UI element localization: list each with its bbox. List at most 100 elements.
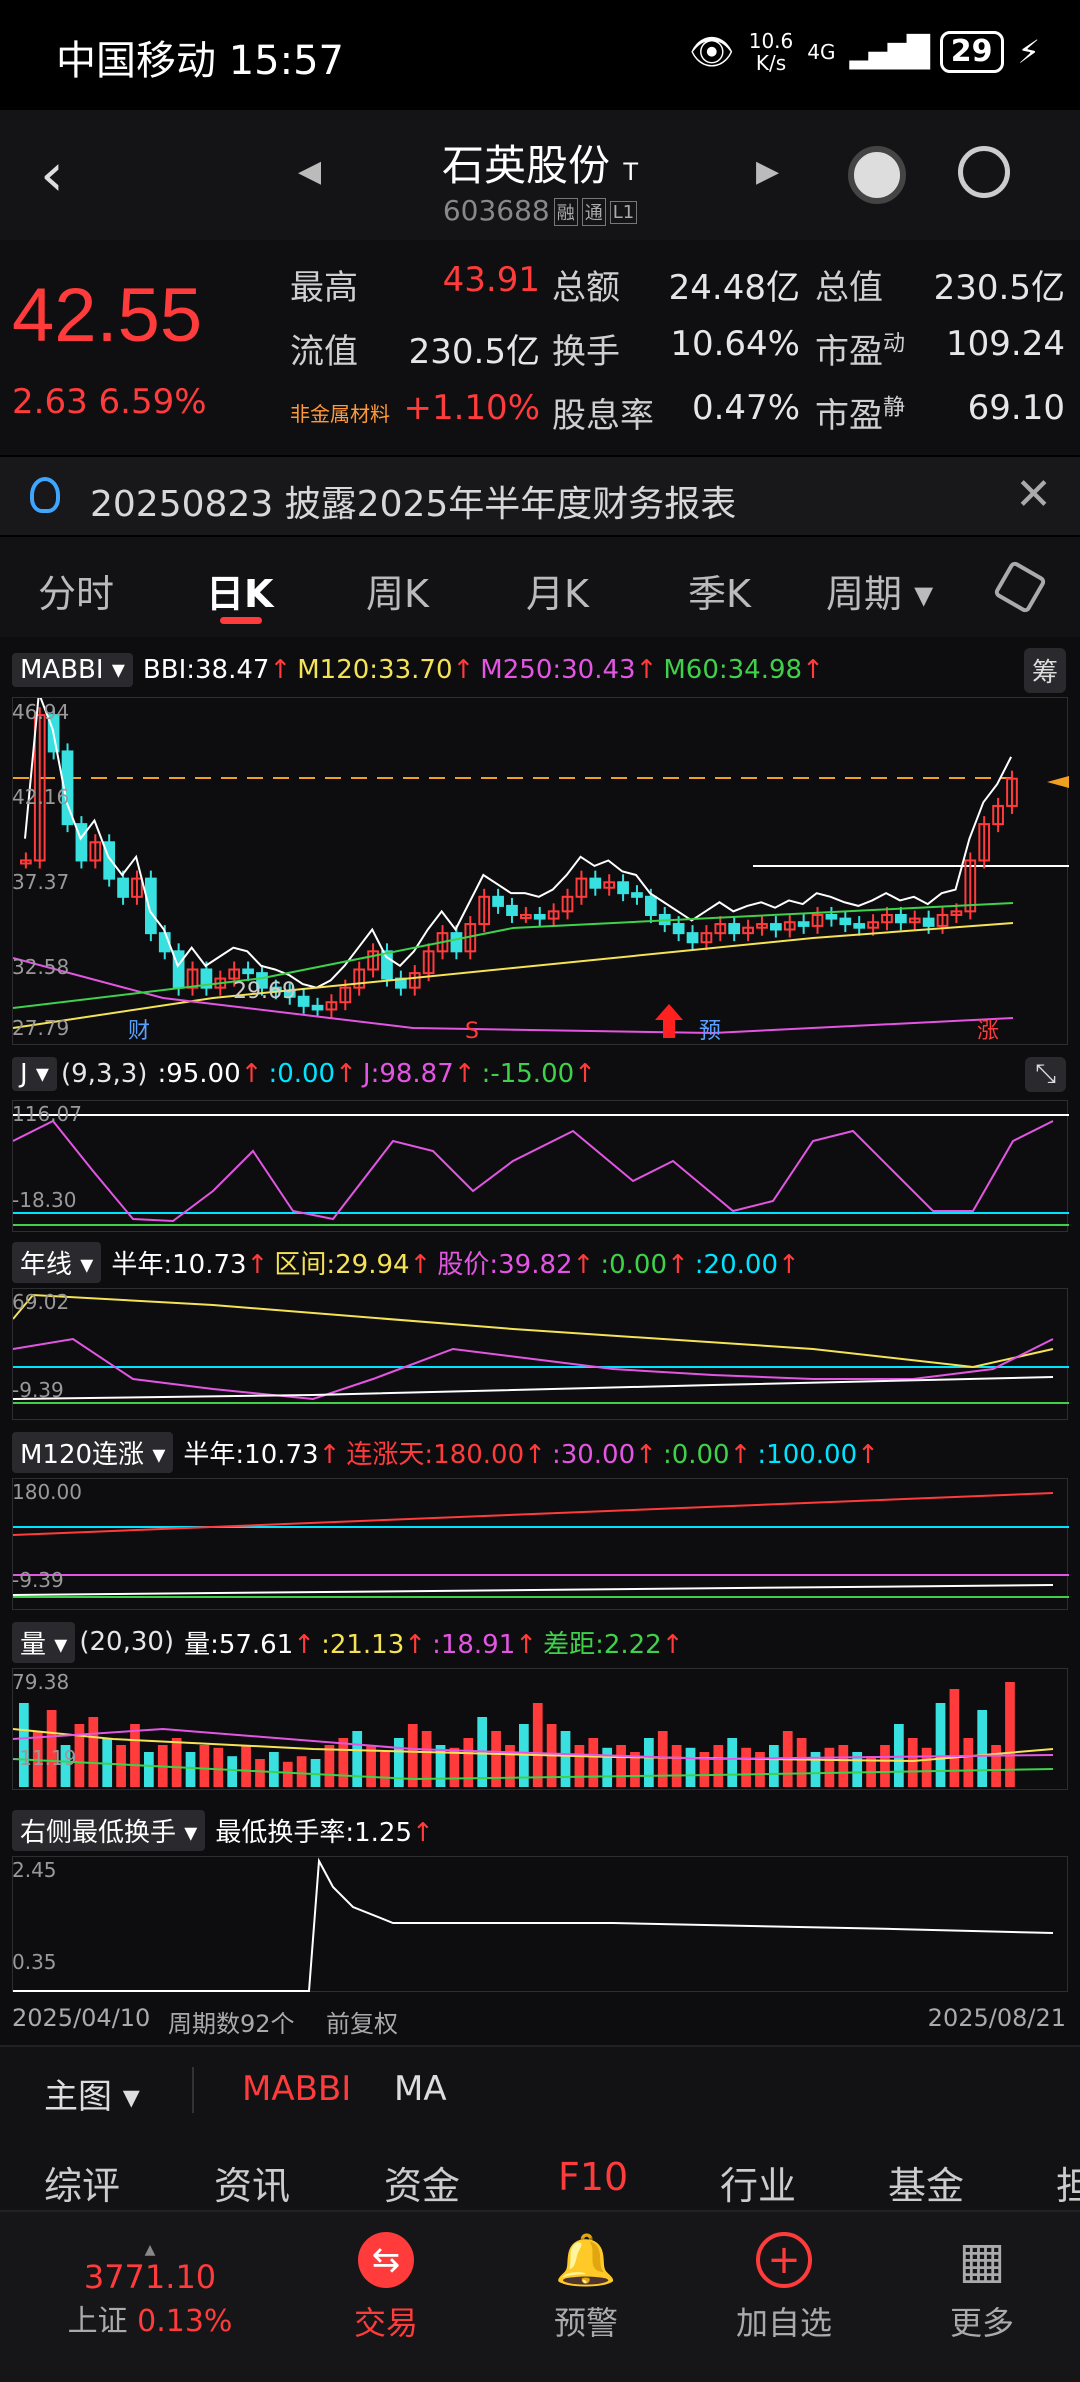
candle	[922, 917, 935, 927]
indicator-value: 连涨天:180.00↑	[346, 1439, 546, 1470]
volume-bar	[296, 1756, 307, 1787]
indicator-value: :21.13↑	[321, 1629, 427, 1660]
nian-chart[interactable]	[12, 1288, 1069, 1420]
volume-bar	[144, 1752, 154, 1787]
candle	[145, 877, 157, 935]
candle	[853, 923, 866, 929]
quote-value: 109.24	[946, 324, 1065, 364]
mascot-icon[interactable]	[848, 146, 906, 204]
divider	[192, 2067, 194, 2113]
m120-indicator-select[interactable]: M120连涨 ▾	[12, 1431, 174, 1473]
nav-alert[interactable]: 🔔 预警	[516, 2232, 656, 2344]
nav-add-watch[interactable]: + 加自选	[714, 2232, 854, 2344]
carrier-time: 中国移动 15:57	[56, 38, 344, 84]
search-icon[interactable]	[958, 146, 1010, 198]
main-indicator-select[interactable]: MABBI ▾	[12, 653, 133, 687]
net-speed: 10.6 K/s	[748, 29, 794, 75]
m120-chart[interactable]	[12, 1478, 1069, 1610]
j-line	[12, 1119, 1054, 1223]
index-widget[interactable]: ▲ 3771.10 上证 0.13%	[60, 2242, 240, 2340]
volume-bar	[894, 1724, 904, 1787]
candle	[242, 968, 254, 975]
volume-bar	[991, 1745, 1001, 1787]
m250-line	[12, 957, 1014, 1035]
indicator-value: M250:30.43↑	[480, 655, 658, 685]
candle	[617, 881, 629, 895]
volume-bar	[657, 1731, 668, 1787]
volume-bar	[644, 1738, 654, 1787]
quote-value: 43.91	[442, 260, 540, 300]
axis-label: 37.37	[12, 870, 70, 894]
quote-label: 市盈动	[815, 331, 906, 372]
chips-button[interactable]: 筹	[1023, 647, 1066, 693]
period-count: 周期数92个	[168, 2010, 295, 2038]
indicator-value: 区间:29.94↑	[274, 1249, 432, 1280]
tab-period[interactable]: 周期 ▾	[826, 563, 933, 618]
j-indicator-select[interactable]: J ▾	[12, 1057, 57, 1091]
settings-icon[interactable]	[992, 559, 1048, 615]
candle	[450, 932, 463, 953]
candle	[825, 913, 838, 920]
expand-icon[interactable]: ⤡	[1025, 1056, 1066, 1092]
volume-bar	[616, 1745, 626, 1787]
j-chart[interactable]	[12, 1100, 1069, 1232]
notice-bar[interactable]: 20250823 披露2025年半年度财务报表 ✕	[0, 455, 1080, 537]
adjust-mode[interactable]: 前复权	[326, 2004, 398, 2039]
volume-indicator-select[interactable]: 量 ▾	[12, 1621, 76, 1663]
tab-quarterly[interactable]: 季K	[688, 563, 751, 618]
tab-jijin[interactable]: 基金	[888, 2155, 964, 2210]
kline-chart[interactable]: 29.69 财 S 预 涨	[12, 692, 1069, 1045]
nav-more[interactable]: ▦ 更多	[912, 2232, 1052, 2344]
axis-end-date: 2025/08/21	[927, 2004, 1066, 2032]
trade-icon: ⇆	[358, 2232, 414, 2288]
battery-level: 29	[939, 31, 1004, 73]
tab-weekly[interactable]: 周K	[366, 563, 429, 618]
low-price-label: 29.69	[233, 979, 296, 1004]
turnover-chart[interactable]	[12, 1856, 1068, 1992]
volume-bar	[171, 1738, 182, 1787]
tab-hangye[interactable]: 行业	[720, 2155, 796, 2210]
candle	[797, 921, 810, 927]
main-chart-select[interactable]: 主图 ▾	[44, 2069, 140, 2118]
volume-bar	[921, 1747, 932, 1787]
index-value: 3771.10	[83, 2258, 217, 2296]
volume-params: (20,30)	[79, 1627, 175, 1657]
quote-value: 230.5亿	[408, 332, 540, 372]
tab-fenshi[interactable]: 分时	[38, 563, 114, 618]
volume-bar	[671, 1745, 682, 1787]
nian-indicator-select[interactable]: 年线 ▾	[12, 1241, 102, 1283]
tab-zijin[interactable]: 资金	[384, 2155, 460, 2210]
mode-mabbi[interactable]: MABBI	[242, 2069, 351, 2109]
mode-ma[interactable]: MA	[394, 2069, 447, 2109]
bottom-nav: ▲ 3771.10 上证 0.13% ⇆ 交易 🔔 预警 + 加自选 ▦ 更多	[0, 2210, 1080, 2382]
turnover-indicator-select[interactable]: 右侧最低换手 ▾	[12, 1809, 206, 1851]
next-stock-icon[interactable]: ▶	[756, 154, 779, 189]
turnover-line	[13, 1857, 1054, 1992]
tab-monthly[interactable]: 月K	[526, 563, 589, 618]
quote-panel: 42.55 2.63 6.59% 最高 43.91 总额 24.48亿 总值 230.5亿…	[0, 240, 1080, 455]
nian-indicator-row: 年线 ▾ 半年:10.73↑ 区间:29.94↑ 股价:39.82↑:0.00↑:2…	[0, 1241, 1080, 1283]
chart-mode-bar: 主图 ▾ MABBI MA	[0, 2045, 1080, 2135]
indicator-value: M120:33.70↑	[297, 655, 475, 685]
volume-bar	[880, 1745, 890, 1787]
candle	[728, 923, 741, 935]
tab-zongping[interactable]: 综评	[44, 2155, 120, 2210]
nav-trade[interactable]: ⇆ 交易	[316, 2232, 456, 2344]
axis-label: 46.94	[12, 700, 70, 724]
tab-f10[interactable]: F10	[558, 2155, 628, 2199]
candle	[297, 995, 310, 1007]
tab-daily[interactable]: 日K	[206, 563, 273, 618]
volume-bar	[213, 1747, 224, 1787]
close-icon[interactable]: ✕	[1015, 469, 1052, 520]
indicator-value: 量:57.61↑	[184, 1629, 316, 1660]
tab-zixun[interactable]: 资讯	[214, 2155, 290, 2210]
axis-label: 180.00	[12, 1480, 82, 1504]
indicator-value: BBI:38.47↑	[142, 655, 292, 685]
volume-bar	[227, 1756, 238, 1787]
range-line	[12, 1293, 1054, 1369]
volume-chart[interactable]	[12, 1668, 1068, 1790]
bell-icon: 🔔	[554, 2231, 618, 2289]
tab-more[interactable]: 担	[1056, 2155, 1080, 2210]
last-price: 42.55	[12, 273, 203, 358]
indicator-value: :0.00↑	[662, 1439, 752, 1470]
